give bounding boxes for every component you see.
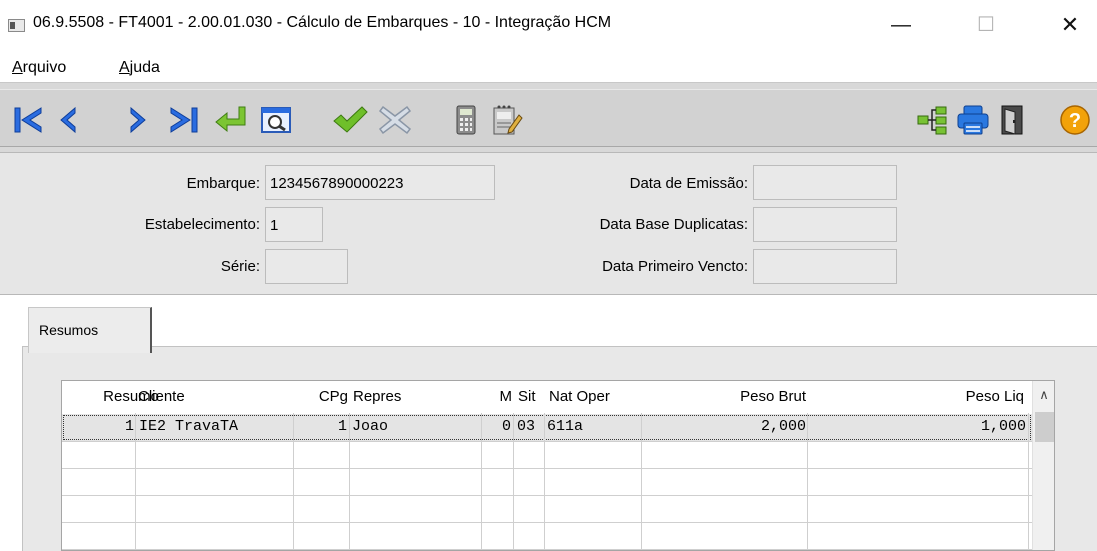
scroll-thumb[interactable] [1035, 412, 1054, 442]
confirm-button[interactable] [330, 100, 370, 140]
previous-icon [60, 106, 76, 134]
menu-arquivo[interactable]: Arquivo [12, 59, 66, 77]
grid-col-divider [293, 413, 294, 550]
col-header-peso-brut[interactable]: Peso Brut [642, 381, 806, 414]
col-header-repres[interactable]: Repres [351, 381, 481, 414]
zoom-button[interactable] [256, 100, 296, 140]
data-primeiro-vencto-label: Data Primeiro Vencto: [602, 258, 748, 275]
print-button[interactable] [953, 100, 993, 140]
last-icon [170, 107, 198, 133]
toolbar-panel: ? [0, 89, 1097, 147]
calculator-icon [456, 105, 476, 135]
cell-cliente: IE2 TravaTA [139, 418, 239, 435]
grid-row-divider [62, 468, 1032, 469]
tree-button[interactable] [912, 100, 952, 140]
cell-peso-liq: 1,000 [980, 418, 1026, 435]
embarque-field[interactable]: 1234567890000223 [265, 165, 495, 200]
cell-repres: Joao [352, 418, 389, 435]
toolbar: ? [0, 82, 1097, 152]
grid-col-divider [1028, 413, 1029, 550]
grid-col-divider [544, 413, 545, 550]
next-record-button[interactable] [118, 100, 158, 140]
cell-sit: 03 [517, 418, 536, 435]
return-button[interactable] [211, 100, 251, 140]
cell-nat-oper: 611a [547, 418, 584, 435]
grid-row-divider [62, 549, 1032, 550]
estabelecimento-field[interactable]: 1 [265, 207, 323, 242]
cancel-button[interactable] [375, 100, 415, 140]
resumos-grid[interactable]: Resumo Cliente CPg Repres M Sit Nat Oper… [61, 380, 1055, 551]
col-header-sit[interactable]: Sit [516, 381, 546, 414]
col-header-peso-liq[interactable]: Peso Liq [808, 381, 1024, 414]
grid-vertical-scrollbar[interactable]: ∧ [1032, 381, 1054, 550]
confirm-icon [333, 106, 368, 133]
menu-arquivo-label: rquivo [22, 59, 67, 76]
last-record-button[interactable] [164, 100, 204, 140]
menu-ajuda[interactable]: Ajuda [119, 59, 160, 77]
data-base-duplicatas-field[interactable] [753, 207, 897, 242]
exit-icon [1001, 105, 1023, 135]
title-bar: 06.9.5508 - FT4001 - 2.00.01.030 - Cálcu… [0, 0, 1097, 52]
menu-ajuda-hotkey: A [119, 59, 130, 76]
help-button[interactable]: ? [1057, 100, 1093, 140]
maximize-button[interactable]: ☐ [963, 6, 1009, 44]
serie-label: Série: [220, 258, 260, 275]
col-header-cpg[interactable]: CPg [294, 381, 348, 414]
estabelecimento-label: Estabelecimento: [144, 216, 260, 233]
col-header-cliente[interactable]: Cliente [136, 381, 296, 414]
grid-header: Resumo Cliente CPg Repres M Sit Nat Oper… [62, 381, 1032, 414]
grid-col-divider [513, 413, 514, 550]
grid-col-divider [481, 413, 482, 550]
embarque-label: Embarque: [186, 175, 260, 192]
previous-record-button[interactable] [48, 100, 88, 140]
help-glyph: ? [1069, 110, 1081, 132]
calculator-button[interactable] [446, 100, 486, 140]
grid-row-divider [62, 522, 1032, 523]
grid-col-divider [135, 413, 136, 550]
table-row[interactable]: 1 IE2 TravaTA 1 Joao 0 03 611a 2,000 1,0… [62, 414, 1032, 441]
data-emissao-field[interactable] [753, 165, 897, 200]
cell-cpg: 1 [337, 418, 347, 435]
help-icon: ? [1060, 105, 1090, 135]
exit-button[interactable] [992, 100, 1032, 140]
print-icon [957, 105, 989, 135]
edit-notes-button[interactable] [486, 100, 526, 140]
data-emissao-label: Data de Emissão: [629, 175, 748, 192]
grid-row-divider [62, 495, 1032, 496]
tree-icon [917, 106, 947, 135]
tab-resumos[interactable]: Resumos [28, 307, 152, 353]
minimize-button[interactable]: — [878, 6, 924, 44]
close-button[interactable]: ✕ [1047, 6, 1093, 44]
cell-m: 0 [501, 418, 511, 435]
header-form: Embarque: 1234567890000223 Estabelecimen… [0, 152, 1097, 295]
scroll-up-arrow-icon[interactable]: ∧ [1033, 387, 1054, 409]
app-icon [8, 19, 25, 32]
cancel-icon [378, 105, 412, 135]
zoom-icon [261, 107, 291, 133]
col-header-nat-oper[interactable]: Nat Oper [547, 381, 642, 414]
first-record-button[interactable] [8, 100, 48, 140]
window-title: 06.9.5508 - FT4001 - 2.00.01.030 - Cálcu… [33, 14, 612, 31]
menu-arquivo-hotkey: A [12, 59, 23, 76]
cell-peso-brut: 2,000 [760, 418, 806, 435]
edit-notes-icon [493, 105, 523, 135]
menu-bar: Arquivo Ajuda [0, 52, 1097, 82]
data-primeiro-vencto-field[interactable] [753, 249, 897, 284]
data-base-duplicatas-label: Data Base Duplicatas: [599, 216, 748, 233]
cell-resumo: 1 [124, 418, 134, 435]
first-icon [14, 107, 42, 133]
grid-col-divider [349, 413, 350, 550]
next-icon [130, 106, 146, 134]
grid-row-divider [62, 441, 1032, 442]
menu-ajuda-label: juda [129, 59, 160, 76]
return-icon [215, 106, 246, 133]
grid-col-divider [807, 413, 808, 550]
grid-col-divider [641, 413, 642, 550]
serie-field[interactable] [265, 249, 348, 284]
col-header-m[interactable]: M [482, 381, 513, 414]
